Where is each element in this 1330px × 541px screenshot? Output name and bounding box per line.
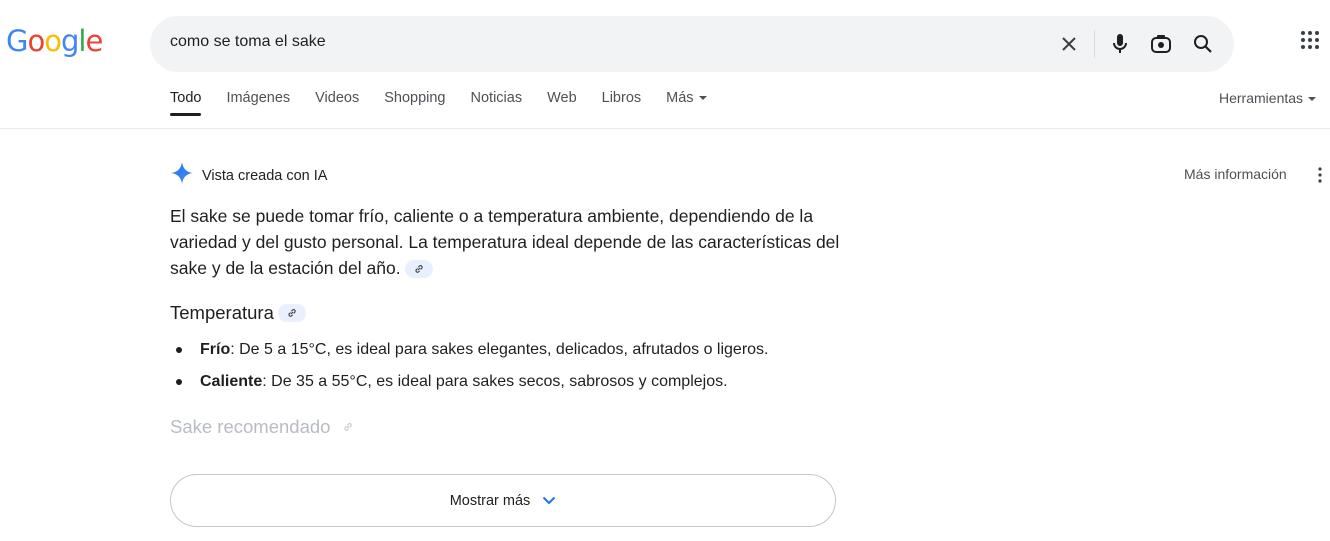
logo-letter: o xyxy=(27,24,45,58)
close-icon[interactable] xyxy=(1056,31,1082,57)
logo-letter: l xyxy=(78,24,86,58)
section-temperatura: Temperatura xyxy=(170,302,306,324)
temperature-list: Frío: De 5 a 15°C, es ideal para sakes e… xyxy=(176,338,856,402)
tab-libros[interactable]: Libros xyxy=(602,90,642,118)
google-logo[interactable]: Google xyxy=(6,24,103,58)
logo-letter: G xyxy=(6,24,29,58)
show-more-button[interactable]: Mostrar más xyxy=(170,474,836,527)
tab-todo[interactable]: Todo xyxy=(170,90,202,118)
search-input[interactable]: como se toma el sake xyxy=(170,33,326,51)
bullet-dot xyxy=(176,347,182,353)
logo-letter: e xyxy=(85,24,103,58)
list-item: Frío: De 5 a 15°C, es ideal para sakes e… xyxy=(176,338,856,362)
more-options-icon[interactable] xyxy=(1313,165,1327,185)
microphone-icon[interactable] xyxy=(1107,31,1133,57)
show-more-label: Mostrar más xyxy=(449,492,531,509)
logo-letter: o xyxy=(44,24,62,58)
header-divider xyxy=(0,128,1330,129)
tab-noticias[interactable]: Noticias xyxy=(471,90,523,118)
tab-web[interactable]: Web xyxy=(547,90,577,118)
caret-down-icon xyxy=(698,96,707,101)
caret-down-icon xyxy=(1308,97,1317,102)
search-icon[interactable] xyxy=(1190,31,1216,57)
bullet-content: Caliente: De 35 a 55°C, es ideal para sa… xyxy=(200,370,728,394)
bullet-text: : De 35 a 55°C, es ideal para sakes seco… xyxy=(262,373,728,390)
summary-text: El sake se puede tomar frío, caliente o … xyxy=(170,206,840,278)
bullet-term: Frío xyxy=(200,341,231,358)
apps-grid-icon[interactable] xyxy=(1300,30,1328,58)
more-info-link[interactable]: Más información xyxy=(1184,166,1287,182)
tools-label: Herramientas xyxy=(1219,90,1304,106)
bullet-term: Caliente xyxy=(200,373,263,390)
ai-overview-summary: El sake se puede tomar frío, caliente o … xyxy=(170,203,840,281)
chevron-down-icon xyxy=(542,493,556,509)
gemini-sparkle-icon xyxy=(170,161,194,190)
logo-letter: g xyxy=(60,24,79,58)
bullet-dot xyxy=(176,379,182,385)
tab-mas-label: Más xyxy=(666,90,694,106)
tab-imagenes[interactable]: Imágenes xyxy=(226,90,290,118)
ai-overview-header: Vista creada con IA xyxy=(170,161,327,190)
source-link-icon[interactable] xyxy=(404,260,433,279)
bullet-content: Frío: De 5 a 15°C, es ideal para sakes e… xyxy=(200,338,769,362)
ai-overview-title: Vista creada con IA xyxy=(202,167,328,184)
section-title: Temperatura xyxy=(170,302,274,323)
tab-mas[interactable]: Más xyxy=(666,90,707,118)
tab-shopping[interactable]: Shopping xyxy=(384,90,445,118)
section-sake-recomendado: Sake recomendado xyxy=(170,416,362,438)
search-divider xyxy=(1094,30,1095,58)
bullet-text: : De 5 a 15°C, es ideal para sakes elega… xyxy=(230,341,769,358)
list-item: Caliente: De 35 a 55°C, es ideal para sa… xyxy=(176,370,856,394)
lens-camera-icon[interactable] xyxy=(1148,31,1174,57)
source-link-icon xyxy=(334,418,362,436)
source-link-icon[interactable] xyxy=(277,304,306,322)
tools-menu[interactable]: Herramientas xyxy=(1219,90,1317,106)
faded-section-title: Sake recomendado xyxy=(170,416,331,437)
search-tabs: Todo Imágenes Videos Shopping Noticias W… xyxy=(170,90,732,118)
search-box[interactable]: como se toma el sake xyxy=(150,16,1234,72)
tab-videos[interactable]: Videos xyxy=(315,90,359,118)
